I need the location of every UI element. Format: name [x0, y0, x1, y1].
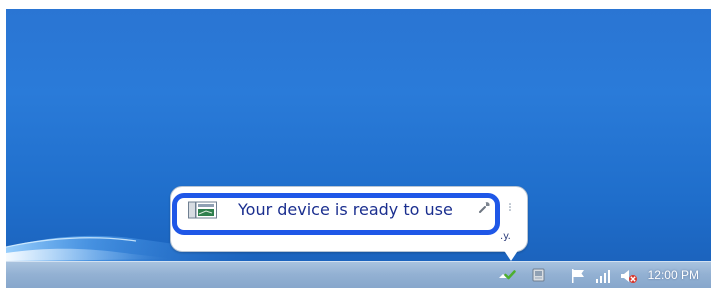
- device-icon[interactable]: [532, 267, 550, 285]
- notification-options-dots[interactable]: [507, 203, 513, 211]
- taskbar: 12:00 PM: [6, 261, 711, 288]
- action-center-flag-icon[interactable]: [569, 267, 587, 285]
- wrench-icon[interactable]: [478, 200, 492, 214]
- check-icon: [504, 270, 516, 280]
- notification-tail: [503, 249, 519, 261]
- notification-trailing-text: .y.: [500, 231, 511, 242]
- system-clock[interactable]: 12:00 PM: [648, 267, 699, 283]
- network-icon[interactable]: [594, 267, 612, 285]
- volume-muted-icon[interactable]: [619, 267, 639, 285]
- device-icon: [188, 201, 217, 219]
- notification-message: Your device is ready to use: [238, 200, 453, 219]
